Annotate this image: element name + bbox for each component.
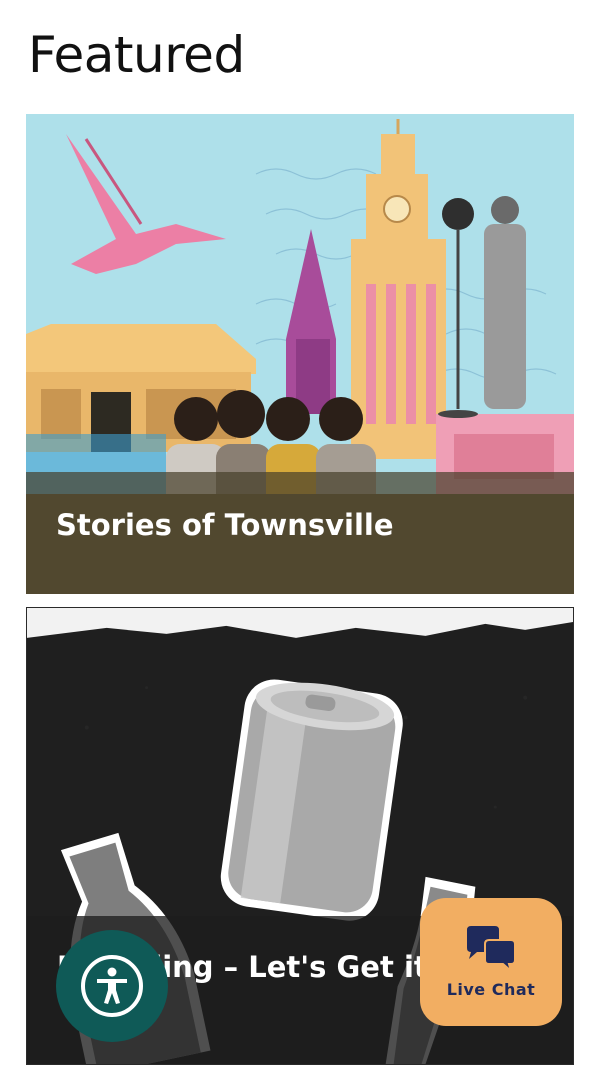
live-chat-button[interactable]: Live Chat bbox=[420, 898, 562, 1026]
featured-heading: Featured bbox=[28, 26, 245, 84]
featured-card-townsville[interactable]: Stories of Townsville bbox=[26, 114, 574, 594]
live-chat-label: Live Chat bbox=[446, 979, 536, 999]
card-title[interactable]: Stories of Townsville bbox=[56, 504, 394, 546]
accessibility-button[interactable] bbox=[56, 930, 168, 1042]
chat-bubbles-icon bbox=[467, 925, 516, 974]
accessibility-icon bbox=[97, 967, 127, 1004]
